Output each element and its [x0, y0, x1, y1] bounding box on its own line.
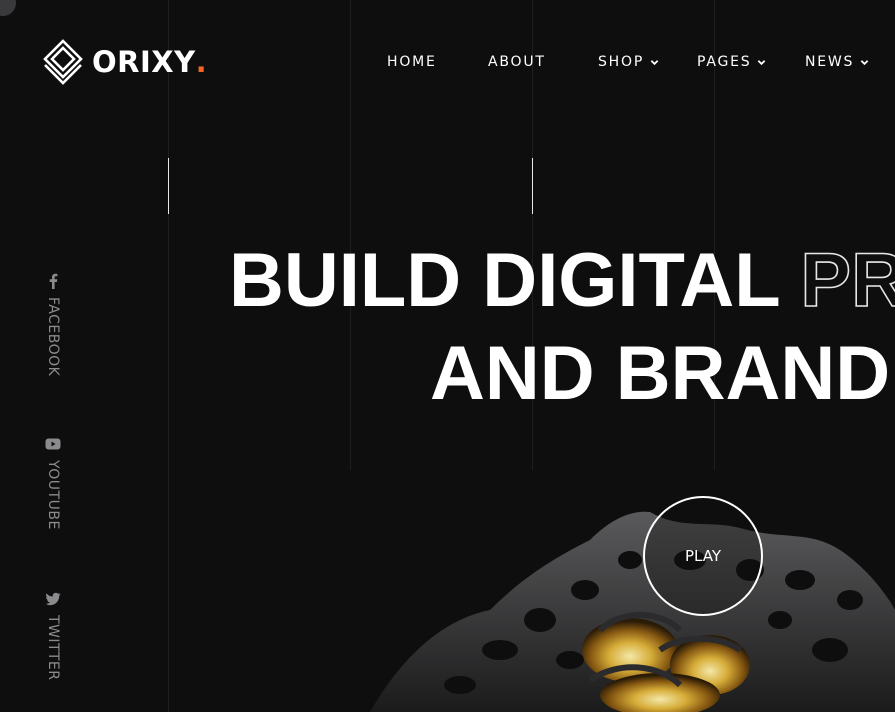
main-nav: HOME ABOUT SHOP PAGES NEWS — [0, 54, 895, 74]
social-facebook-label: FACEBOOK — [45, 297, 61, 377]
nav-news-label: NEWS — [805, 54, 855, 70]
social-facebook[interactable]: FACEBOOK — [43, 273, 63, 376]
youtube-icon — [45, 438, 61, 450]
cursor-dot — [0, 0, 16, 16]
hero-heading-solid: BUILD DIGITAL — [229, 238, 780, 323]
grid-line — [168, 0, 169, 712]
nav-about-label: ABOUT — [488, 54, 546, 70]
accent-line — [532, 158, 533, 214]
nav-news[interactable]: NEWS — [805, 54, 869, 70]
twitter-icon — [45, 592, 61, 606]
accent-line — [168, 158, 169, 214]
nav-pages-label: PAGES — [697, 54, 752, 70]
chevron-down-icon — [650, 59, 659, 65]
hero-heading-outline: PR — [800, 238, 895, 323]
nav-home-label: HOME — [387, 54, 437, 70]
social-twitter[interactable]: TWITTER — [43, 591, 63, 680]
nav-home[interactable]: HOME — [387, 54, 437, 70]
hero-heading-line-1: BUILD DIGITAL PR — [229, 242, 895, 320]
play-button[interactable]: PLAY — [643, 496, 763, 616]
chevron-down-icon — [860, 59, 869, 65]
social-youtube-label: YOUTUBE — [45, 460, 61, 530]
nav-shop[interactable]: SHOP — [598, 54, 659, 70]
hero-heading-line-2-text: AND BRAND — [430, 331, 891, 416]
nav-shop-label: SHOP — [598, 54, 645, 70]
facebook-icon — [49, 273, 58, 289]
play-button-label: PLAY — [684, 547, 721, 565]
nav-pages[interactable]: PAGES — [697, 54, 766, 70]
hero-sculpture-image — [370, 511, 895, 712]
social-twitter-label: TWITTER — [45, 615, 61, 681]
chevron-down-icon — [758, 59, 766, 65]
social-youtube[interactable]: YOUTUBE — [43, 436, 63, 530]
hero-heading-line-2: AND BRAND — [430, 336, 890, 412]
nav-about[interactable]: ABOUT — [488, 54, 546, 70]
